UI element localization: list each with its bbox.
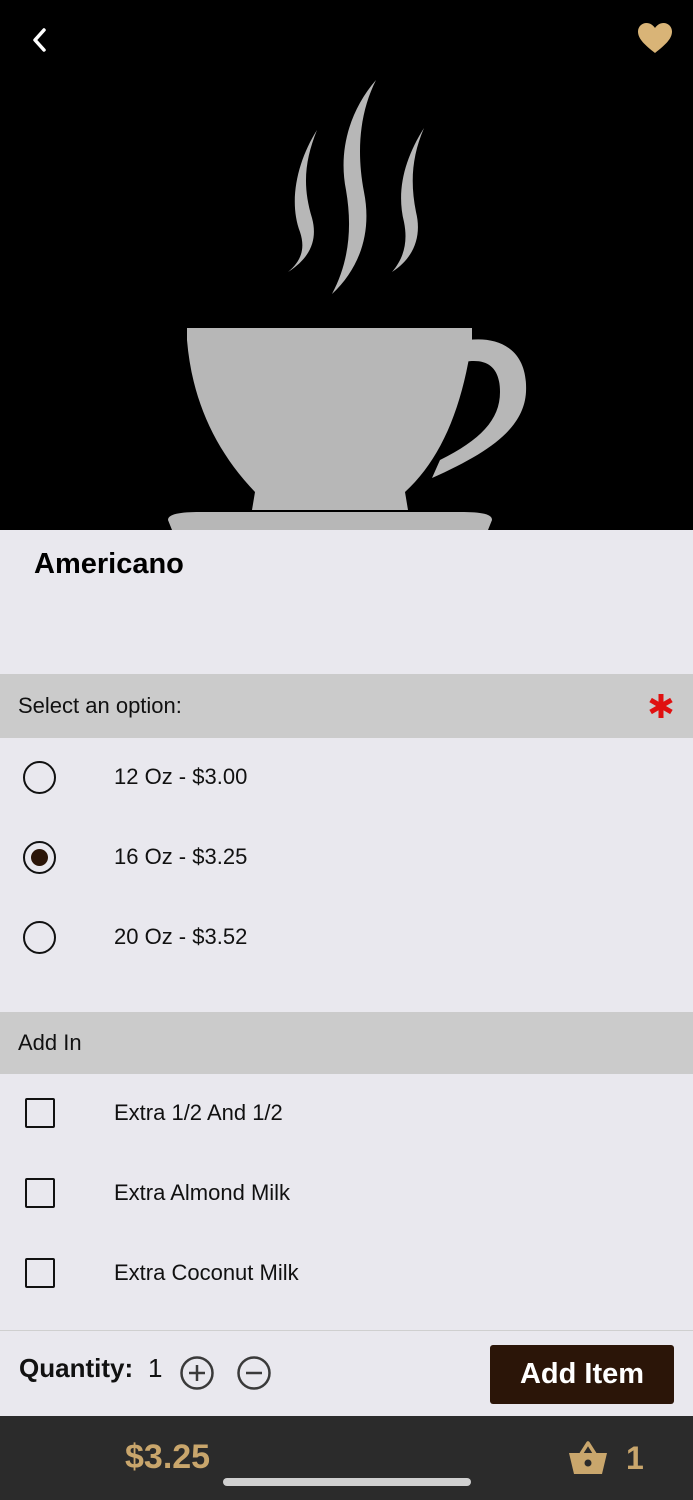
addin-option-half-and-half[interactable]: Extra 1/2 And 1/2: [0, 1073, 693, 1153]
add-item-button[interactable]: Add Item: [490, 1345, 674, 1404]
chevron-left-icon: [33, 28, 46, 52]
cart-count: 1: [626, 1439, 644, 1476]
size-option-label: 12 Oz - $3.00: [114, 764, 248, 789]
addin-section-label: Add In: [18, 1030, 82, 1055]
addin-option-almond-milk[interactable]: Extra Almond Milk: [0, 1153, 693, 1233]
cart-button[interactable]: 1: [568, 1436, 658, 1480]
addin-option-label: Extra Almond Milk: [114, 1180, 291, 1205]
size-section-header: Select an option:: [0, 674, 693, 738]
minus-circle-icon[interactable]: [236, 1355, 272, 1391]
asterisk-icon: [649, 694, 673, 718]
back-button[interactable]: [22, 22, 58, 58]
total-price: $3.25: [125, 1438, 211, 1476]
checkbox[interactable]: [25, 1178, 55, 1208]
addin-option-label: Extra Coconut Milk: [114, 1260, 299, 1285]
size-option-label: 16 Oz - $3.25: [114, 844, 248, 869]
heart-icon: [638, 23, 672, 53]
addin-option-label: Extra 1/2 And 1/2: [114, 1100, 283, 1125]
addin-option-coconut-milk[interactable]: Extra Coconut Milk: [0, 1233, 693, 1313]
basket-icon: [569, 1441, 607, 1474]
bottom-bar: $3.25 1: [0, 1416, 693, 1500]
quantity-label: Quantity:: [19, 1353, 134, 1383]
favorite-button[interactable]: [635, 18, 675, 58]
size-option-16oz[interactable]: 16 Oz - $3.25: [0, 817, 693, 897]
plus-circle-icon[interactable]: [179, 1355, 215, 1391]
coffee-cup-icon: [168, 80, 527, 530]
quantity-bar: Quantity: 1 Add Item: [0, 1330, 693, 1417]
checkbox[interactable]: [25, 1258, 55, 1288]
radio-button[interactable]: [23, 760, 56, 794]
addin-section-header: Add In: [0, 1012, 693, 1074]
size-option-12oz[interactable]: 12 Oz - $3.00: [0, 737, 693, 817]
quantity-value: 1: [148, 1353, 163, 1383]
product-image: [0, 0, 693, 530]
size-option-label: 20 Oz - $3.52: [114, 924, 248, 949]
checkbox[interactable]: [25, 1098, 55, 1128]
radio-button-selected[interactable]: [23, 840, 56, 874]
radio-button[interactable]: [23, 920, 56, 954]
product-title: Americano: [34, 548, 184, 580]
home-indicator: [223, 1478, 471, 1486]
size-section-label: Select an option:: [18, 693, 182, 718]
size-option-20oz[interactable]: 20 Oz - $3.52: [0, 897, 693, 977]
radio-dot: [31, 848, 48, 866]
